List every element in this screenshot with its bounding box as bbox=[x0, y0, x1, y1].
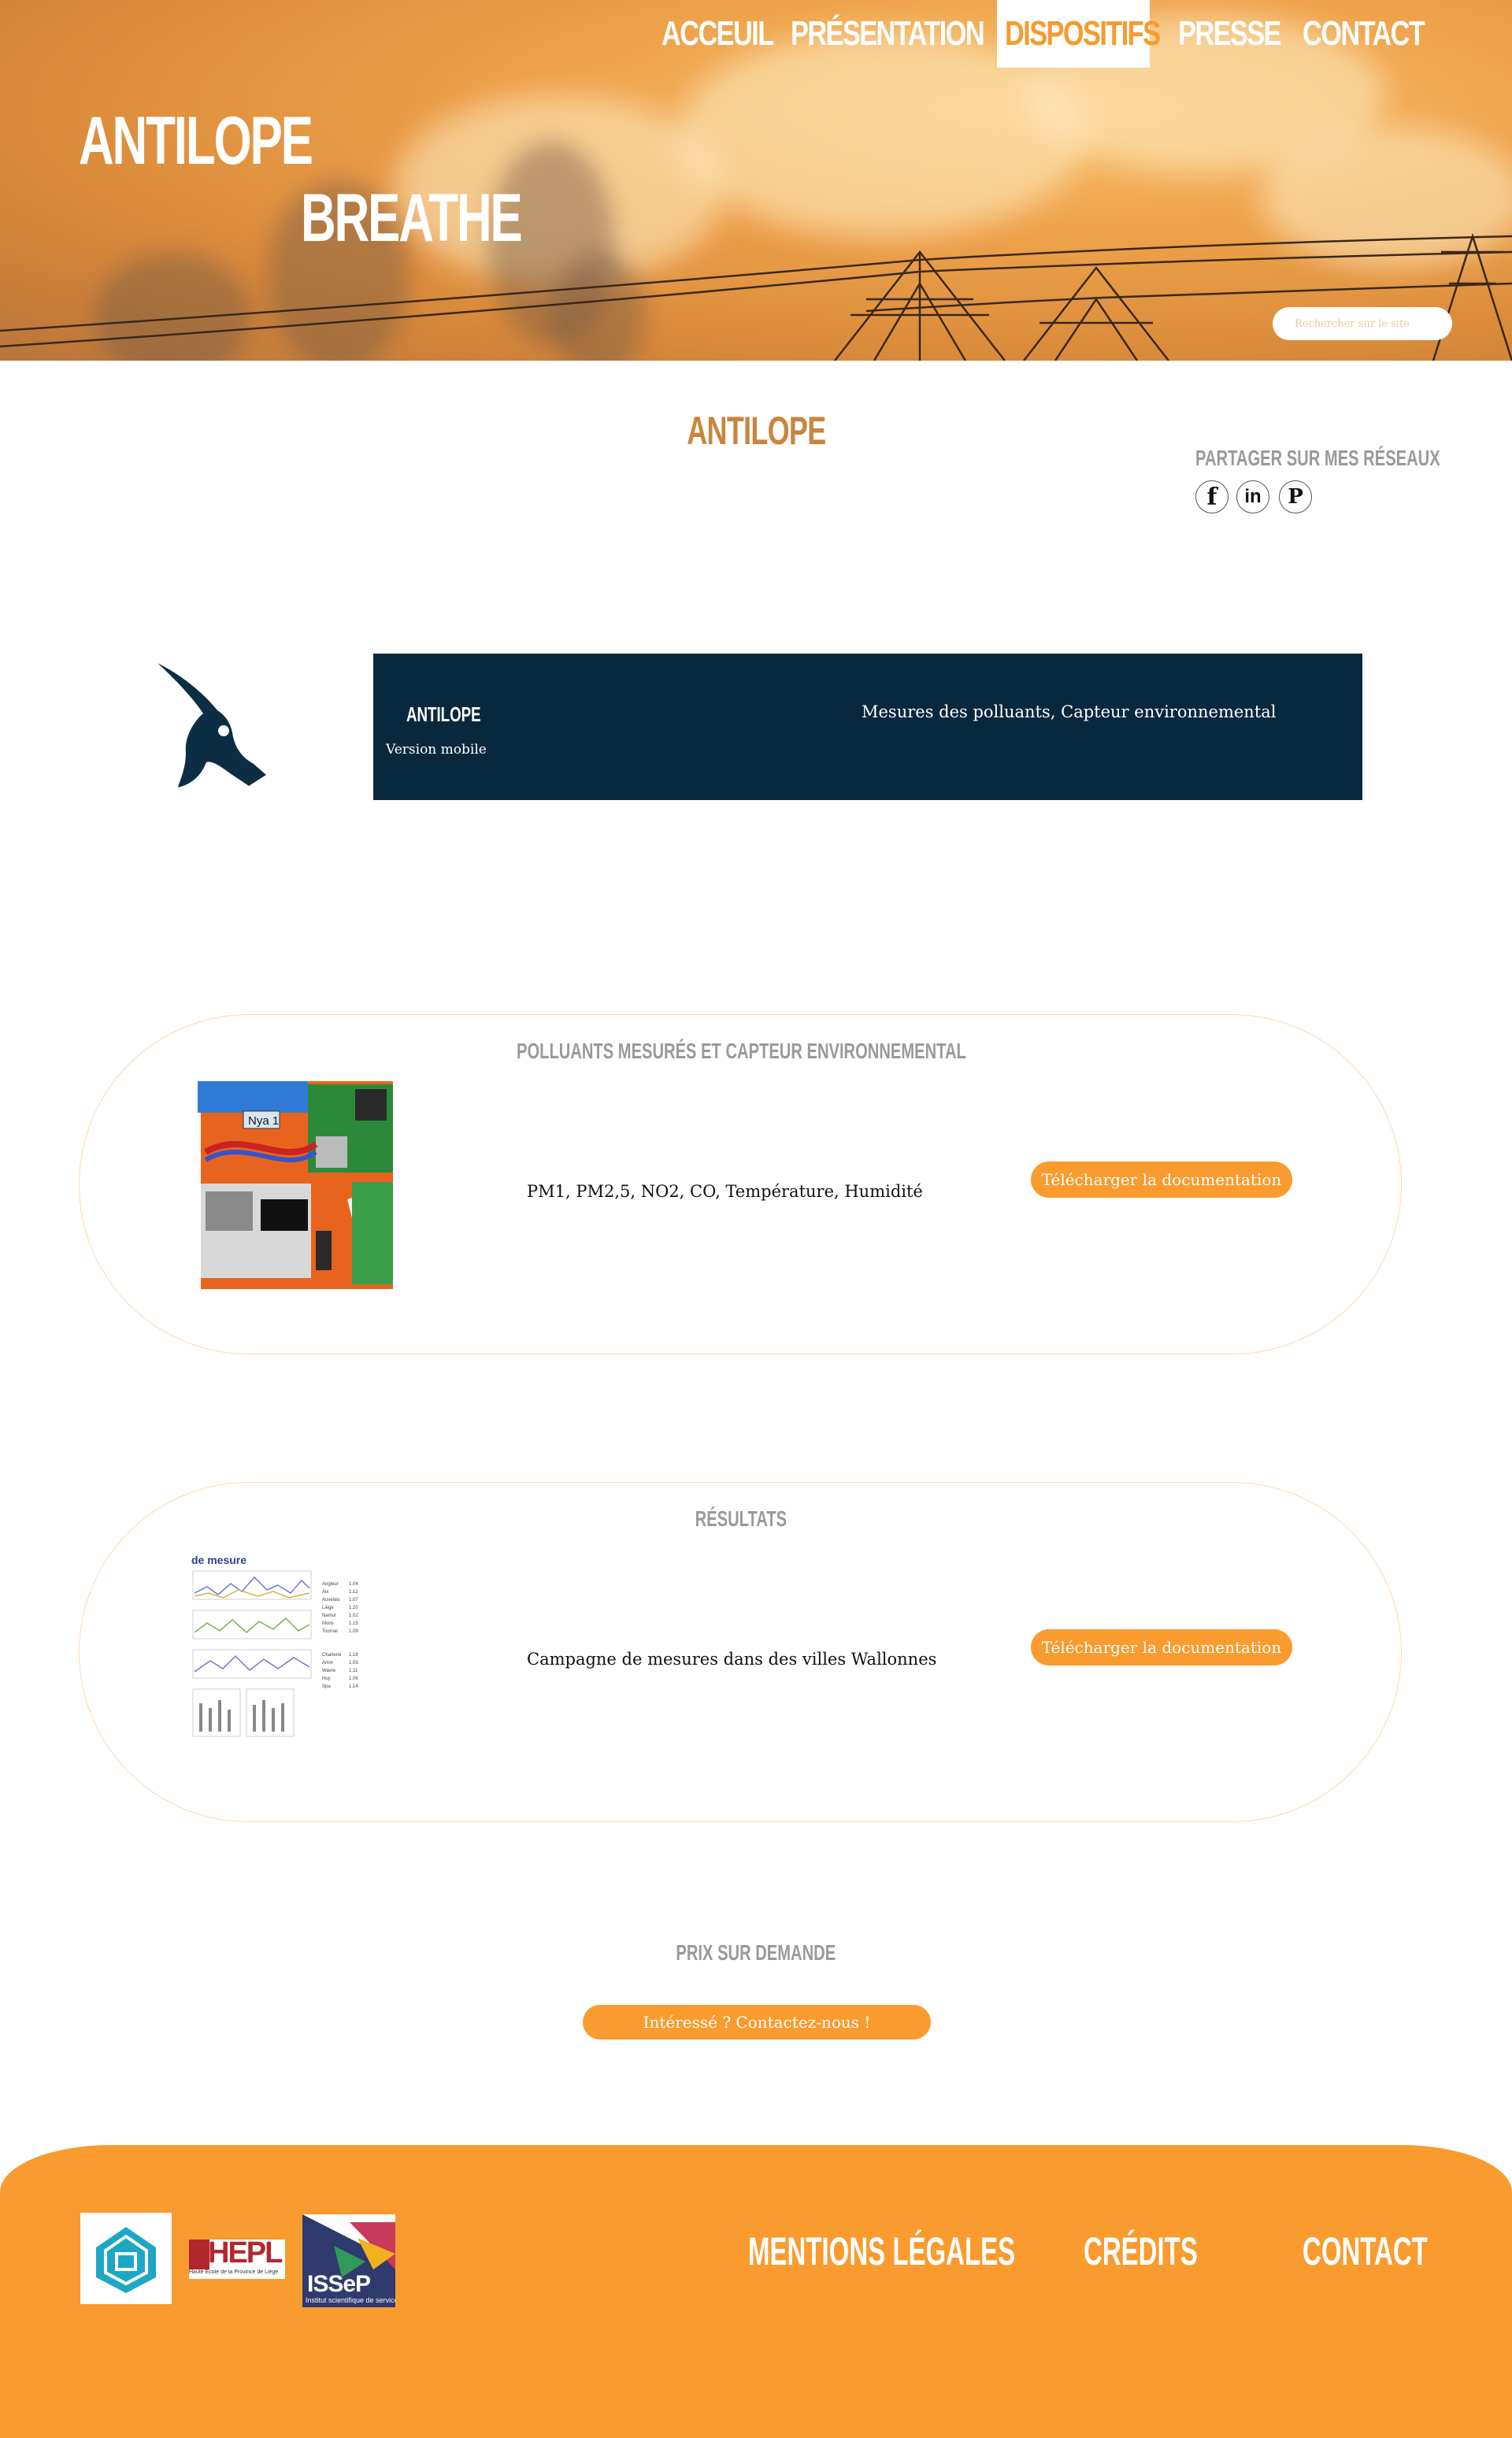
results-section: RÉSULTATS de mesure Angleur 1.04 Aix 1.12 bbox=[79, 1482, 1402, 1822]
footer-link-mentions-legales[interactable]: MENTIONS LÉGALES bbox=[748, 2229, 1015, 2274]
nav-item-presentation[interactable]: PRÉSENTATION bbox=[791, 11, 985, 57]
svg-text:Mons: Mons bbox=[322, 1621, 334, 1626]
brand-title-line2: BREATHE bbox=[301, 180, 523, 256]
svg-text:Huy: Huy bbox=[322, 1677, 331, 1681]
results-chart-thumbnail: de mesure Angleur 1.04 Aix 1.12 Auvelais 1.… bbox=[191, 1554, 404, 1743]
svg-text:1.12: 1.12 bbox=[349, 1590, 358, 1595]
svg-text:1.18: 1.18 bbox=[349, 1653, 358, 1658]
linkedin-icon[interactable]: in bbox=[1236, 480, 1269, 513]
download-documentation-button[interactable]: Télécharger la documentation bbox=[1031, 1629, 1292, 1665]
brand-title-line1: ANTILOPE bbox=[79, 103, 313, 179]
pricing-label: PRIX SUR DEMANDE bbox=[676, 1940, 836, 1965]
results-description: Campagne de mesures dans des villes Wall… bbox=[527, 1650, 937, 1669]
contact-us-button[interactable]: Intéressé ? Contactez-nous ! bbox=[583, 2005, 931, 2040]
pollutants-section: POLLUANTS MESURÉS ET CAPTEUR ENVIRONNEME… bbox=[79, 1014, 1402, 1354]
footer bbox=[0, 2145, 1512, 2438]
svg-text:1.02: 1.02 bbox=[349, 1614, 358, 1618]
svg-text:Angleur: Angleur bbox=[322, 1582, 339, 1587]
svg-text:1.06: 1.06 bbox=[349, 1677, 358, 1681]
svg-text:Aix: Aix bbox=[322, 1590, 328, 1595]
product-name: ANTILOPE bbox=[406, 702, 481, 726]
svg-text:1.04: 1.04 bbox=[349, 1582, 358, 1587]
sensor-board-photo: Nya 1 bbox=[198, 1081, 393, 1289]
product-version: Version mobile bbox=[386, 742, 487, 758]
footer-link-contact[interactable]: CONTACT bbox=[1303, 2229, 1428, 2274]
facebook-icon[interactable]: f bbox=[1195, 480, 1228, 513]
svg-text:1.09: 1.09 bbox=[349, 1629, 358, 1634]
svg-text:1.11: 1.11 bbox=[349, 1669, 358, 1673]
nav-item-dispositifs[interactable]: DISPOSITIFS bbox=[1005, 11, 1161, 57]
issep-logo[interactable]: ISSeP Institut scientifique de service p… bbox=[302, 2214, 395, 2307]
product-banner bbox=[373, 654, 1362, 800]
pollutants-list: PM1, PM2,5, NO2, CO, Température, Humidi… bbox=[527, 1182, 923, 1201]
section-title: RÉSULTATS bbox=[695, 1506, 788, 1531]
svg-text:Arlon: Arlon bbox=[322, 1661, 333, 1665]
svg-text:Liège: Liège bbox=[322, 1606, 334, 1610]
svg-text:Wavre: Wavre bbox=[322, 1669, 336, 1673]
nav-item-acceuil[interactable]: ACCEUIL bbox=[662, 11, 774, 57]
hepl-logo-text: HEPL bbox=[208, 2236, 283, 2269]
product-description: Mesures des polluants, Capteur environne… bbox=[862, 702, 1277, 721]
svg-text:Charleroi: Charleroi bbox=[322, 1653, 341, 1658]
svg-text:1.03: 1.03 bbox=[349, 1661, 358, 1665]
search-input[interactable] bbox=[1273, 307, 1452, 340]
svg-text:1.07: 1.07 bbox=[349, 1598, 358, 1602]
download-documentation-button[interactable]: Télécharger la documentation bbox=[1031, 1162, 1292, 1198]
antelope-icon bbox=[158, 663, 266, 787]
svg-text:1.20: 1.20 bbox=[349, 1606, 358, 1610]
svg-text:Nya 1: Nya 1 bbox=[248, 1114, 279, 1128]
svg-text:Namur: Namur bbox=[322, 1614, 336, 1618]
hepl-logo-subtext: Haute Ecole de la Province de Liège bbox=[189, 2269, 279, 2275]
svg-text:1.15: 1.15 bbox=[349, 1621, 358, 1626]
issep-logo-subtext: Institut scientifique de service public bbox=[306, 2296, 395, 2304]
pinterest-icon[interactable]: P bbox=[1279, 480, 1312, 513]
footer-link-credits[interactable]: CRÉDITS bbox=[1084, 2229, 1198, 2274]
svg-text:Spa: Spa bbox=[322, 1684, 331, 1689]
nav-item-contact[interactable]: CONTACT bbox=[1303, 11, 1425, 57]
nav-item-presse[interactable]: PRESSE bbox=[1178, 11, 1281, 57]
svg-text:1.14: 1.14 bbox=[349, 1684, 358, 1689]
section-title: POLLUANTS MESURÉS ET CAPTEUR ENVIRONNEME… bbox=[516, 1039, 966, 1063]
svg-text:Tournai: Tournai bbox=[322, 1629, 338, 1634]
issep-logo-text: ISSeP bbox=[307, 2271, 371, 2297]
svg-text:Auvelais: Auvelais bbox=[322, 1598, 340, 1602]
share-label: PARTAGER SUR MES RÉSEAUX bbox=[1195, 446, 1440, 470]
hepl-logo[interactable]: HEPL Haute Ecole de la Province de Liège bbox=[189, 2236, 285, 2279]
logo-1[interactable] bbox=[80, 2213, 172, 2304]
